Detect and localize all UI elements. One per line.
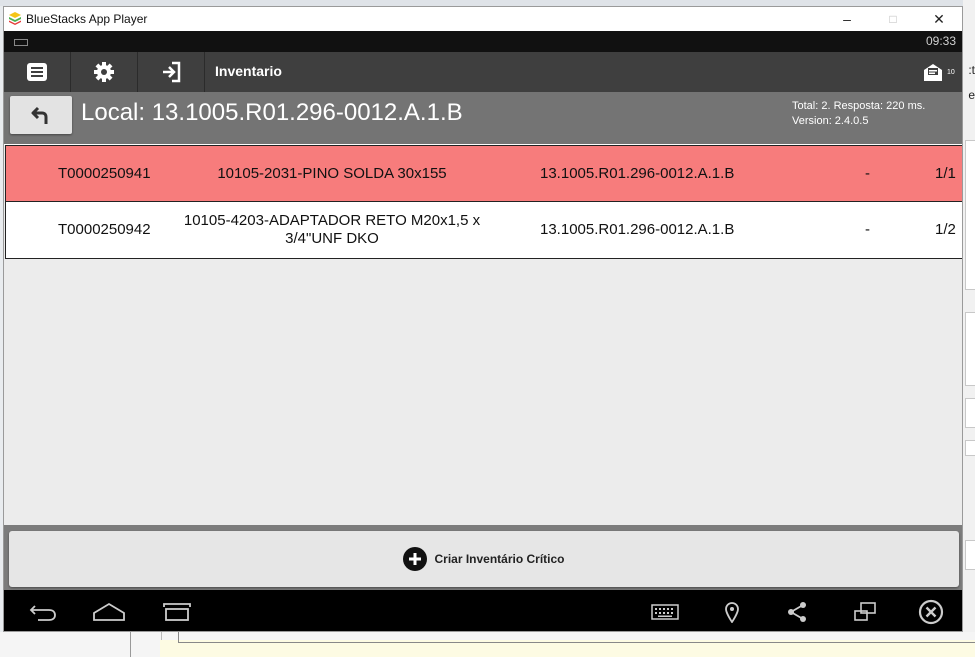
toolbar-title: Inventario xyxy=(215,63,282,79)
location-label: Local: 13.1005.R01.296-0012.A.1.B xyxy=(81,99,463,126)
plus-circle-icon xyxy=(403,547,428,571)
response-stats: Total: 2. Resposta: 220 ms. Version: 2.4… xyxy=(792,99,925,129)
background-window-edge: :t e xyxy=(963,0,975,657)
status-clock: 09:33 xyxy=(925,34,956,48)
android-navigation-bar xyxy=(4,590,962,631)
location-pin-icon xyxy=(725,601,739,623)
share-icon xyxy=(788,601,806,622)
maximize-button[interactable]: □ xyxy=(870,7,916,31)
stats-total: Total: 2. Resposta: 220 ms. xyxy=(792,100,926,112)
list-item[interactable]: T0000250942 10105-4203-ADAPTADOR RETO M2… xyxy=(5,202,962,259)
window-title: BlueStacks App Player xyxy=(26,12,148,26)
keyboard-status-icon xyxy=(14,39,28,46)
sign-in-icon xyxy=(163,61,181,83)
list-item[interactable]: T0000250941 10105-2031-PINO SOLDA 30x155… xyxy=(5,145,962,202)
back-icon xyxy=(29,604,56,621)
item-code: T0000250942 xyxy=(58,221,151,238)
menu-list-button[interactable] xyxy=(4,52,71,92)
notification-icon xyxy=(924,64,942,81)
list-icon xyxy=(27,63,47,81)
close-app-button[interactable] xyxy=(906,590,956,631)
stats-version: Version: 2.4.0.5 xyxy=(792,115,869,127)
item-page: 1/1 xyxy=(935,165,956,182)
background-desktop-bottom xyxy=(0,632,975,657)
location-button[interactable] xyxy=(707,590,757,631)
gear-icon xyxy=(94,62,114,82)
nav-recents-button[interactable] xyxy=(152,590,202,631)
create-critical-inventory-button[interactable]: Criar Inventário Crítico xyxy=(9,531,959,587)
login-button[interactable] xyxy=(138,52,205,92)
item-location: 13.1005.R01.296-0012.A.1.B xyxy=(540,165,735,182)
keyboard-icon xyxy=(651,603,679,620)
window-titlebar: BlueStacks App Player – □ ✕ xyxy=(4,7,962,31)
minimize-button[interactable]: – xyxy=(824,7,870,31)
item-description: 10105-2031-PINO SOLDA 30x155 xyxy=(217,164,447,182)
notification-count: 10 xyxy=(947,68,955,76)
action-area: Criar Inventário Crítico xyxy=(4,525,962,590)
recents-icon xyxy=(163,602,191,621)
settings-button[interactable] xyxy=(71,52,138,92)
home-icon xyxy=(93,602,125,621)
window-resize-icon xyxy=(854,601,876,621)
notifications-button[interactable]: 10 xyxy=(912,52,962,92)
android-status-bar: 09:33 xyxy=(4,31,962,52)
location-header: Local: 13.1005.R01.296-0012.A.1.B Total:… xyxy=(4,92,962,144)
app-toolbar: Inventario 10 xyxy=(4,52,962,92)
nav-home-button[interactable] xyxy=(84,590,134,631)
bluestacks-logo-icon xyxy=(9,12,21,25)
bluestacks-window: BlueStacks App Player – □ ✕ 09:33 Invent… xyxy=(3,6,963,632)
close-app-icon xyxy=(918,599,944,624)
item-location: 13.1005.R01.296-0012.A.1.B xyxy=(540,221,735,238)
nav-back-button[interactable] xyxy=(18,590,68,631)
item-code: T0000250941 xyxy=(58,165,151,182)
item-page: 1/2 xyxy=(935,221,956,238)
resize-window-button[interactable] xyxy=(840,590,890,631)
keyboard-button[interactable] xyxy=(640,590,690,631)
item-description: 10105-4203-ADAPTADOR RETO M20x1,5 x 3/4"… xyxy=(183,211,481,247)
item-status: - xyxy=(865,165,870,182)
undo-arrow-icon xyxy=(31,106,48,124)
share-button[interactable] xyxy=(772,590,822,631)
create-critical-inventory-label: Criar Inventário Crítico xyxy=(434,552,565,566)
close-window-button[interactable]: ✕ xyxy=(916,7,962,31)
back-button[interactable] xyxy=(10,96,72,134)
item-status: - xyxy=(865,221,870,238)
inventory-list: T0000250941 10105-2031-PINO SOLDA 30x155… xyxy=(4,145,962,525)
